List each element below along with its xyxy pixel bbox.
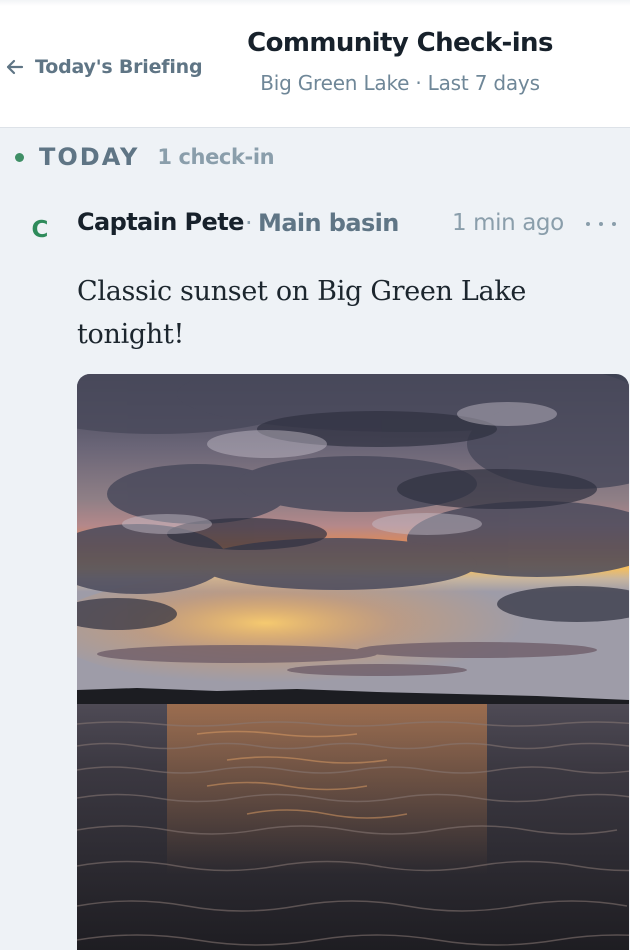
- page-title: Community Check-ins: [247, 28, 553, 58]
- post-header: Captain Pete · Main basin 1 min ago: [77, 208, 622, 244]
- more-dot: [599, 222, 603, 226]
- sunset-photo-image: [77, 374, 629, 950]
- post-author[interactable]: Captain Pete: [77, 208, 244, 236]
- post-timestamp: 1 min ago: [452, 210, 564, 236]
- check-ins-screen: Today's Briefing Community Check-ins Big…: [0, 0, 630, 950]
- back-link-label: Today's Briefing: [35, 56, 203, 78]
- avatar[interactable]: C: [22, 212, 58, 248]
- post-text: Classic sunset on Big Green Lake tonight…: [77, 276, 527, 350]
- more-horizontal-icon[interactable]: [586, 214, 616, 234]
- top-strip: [0, 0, 630, 6]
- day-label: TODAY: [39, 143, 140, 171]
- more-dot: [586, 222, 590, 226]
- separator-dot: ·: [245, 209, 253, 237]
- post-location: · Main basin: [245, 209, 399, 237]
- day-count: 1 check-in: [157, 145, 275, 169]
- back-link[interactable]: Today's Briefing: [4, 52, 203, 82]
- post-photo[interactable]: [77, 374, 629, 950]
- app-header: Today's Briefing Community Check-ins Big…: [0, 0, 630, 128]
- page-subtitle: Big Green Lake · Last 7 days: [260, 71, 540, 95]
- status-dot-icon: [15, 152, 24, 162]
- arrow-left-icon: [6, 59, 24, 75]
- post-location-text: Main basin: [258, 209, 399, 237]
- more-dot: [612, 222, 616, 226]
- day-section-header: TODAY 1 check-in: [15, 140, 275, 174]
- title-block: Community Check-ins Big Green Lake · Las…: [240, 28, 560, 95]
